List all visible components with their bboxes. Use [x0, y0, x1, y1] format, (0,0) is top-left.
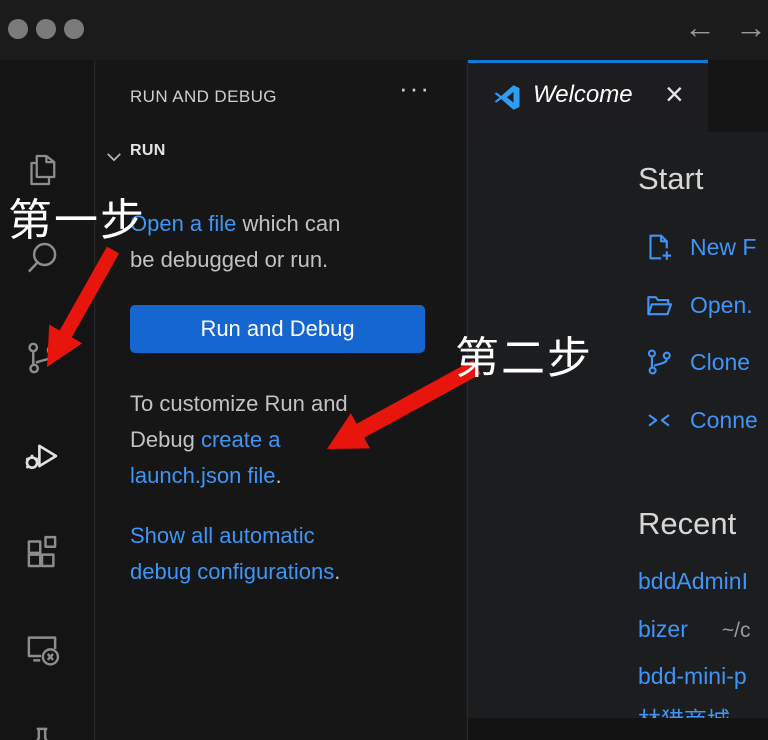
extensions-icon[interactable]	[21, 531, 63, 573]
customize-paragraph: To customize Run and Debug create a laun…	[130, 386, 442, 494]
new-file-icon	[642, 230, 676, 264]
close-tab-icon[interactable]: ×	[665, 76, 684, 113]
recent-item[interactable]: bdd-mini-p	[638, 663, 747, 693]
editor-bottom-strip	[468, 718, 768, 740]
show-all-paragraph: Show all automatic debug configurations.	[130, 518, 442, 590]
editor-group: Welcome × Start New F Open.	[467, 60, 768, 740]
start-item-label: New F	[690, 234, 756, 261]
remote-connect-icon	[642, 403, 676, 437]
recent-heading: Recent	[638, 506, 736, 542]
navigate-forward-icon[interactable]: →	[735, 8, 767, 46]
chevron-down-icon[interactable]	[104, 147, 124, 167]
start-item-label: Clone	[690, 349, 750, 376]
recent-item-name[interactable]: bdd-mini-p	[638, 663, 747, 689]
minimize-window-button[interactable]	[36, 19, 56, 39]
open-folder-icon	[642, 288, 676, 322]
recent-item-path: ~/c	[722, 619, 751, 642]
more-actions-icon[interactable]: ···	[399, 73, 431, 104]
customize-post-text: .	[276, 463, 282, 488]
recent-item[interactable]: bddAdminI	[638, 568, 748, 598]
tab-label: Welcome	[533, 81, 633, 109]
remote-explorer-icon[interactable]	[21, 628, 63, 670]
vscode-logo-icon	[492, 82, 522, 112]
start-item-connect[interactable]: Conne	[642, 400, 758, 440]
git-clone-icon	[642, 345, 676, 379]
tab-welcome[interactable]: Welcome ×	[468, 60, 708, 132]
run-and-debug-button[interactable]: Run and Debug	[130, 305, 425, 353]
run-section-header[interactable]: RUN	[130, 142, 166, 160]
start-item-open[interactable]: Open.	[642, 285, 753, 325]
show-all-post-text: .	[334, 559, 340, 584]
start-item-new-file[interactable]: New F	[642, 227, 756, 267]
welcome-page: Start New F Open.	[468, 132, 768, 718]
vscode-window: ← →	[0, 0, 768, 740]
start-item-clone[interactable]: Clone	[642, 342, 750, 382]
open-file-paragraph: Open a file which can be debugged or run…	[130, 206, 442, 278]
recent-item-name[interactable]: 林猎商城	[638, 707, 730, 718]
start-heading: Start	[638, 161, 703, 197]
run-and-debug-icon[interactable]	[21, 435, 63, 477]
source-control-icon[interactable]	[21, 337, 63, 379]
step1-annotation: 第一步	[8, 184, 146, 248]
start-item-label: Open.	[690, 292, 753, 319]
title-bar: ← →	[0, 0, 768, 60]
activity-bar	[0, 60, 95, 740]
step2-annotation: 第二步	[455, 322, 593, 386]
sidebar-title: RUN AND DEBUG	[130, 87, 277, 107]
recent-item-name[interactable]: bddAdminI	[638, 568, 748, 594]
recent-item[interactable]: 林猎商城	[638, 701, 730, 718]
start-item-label: Conne	[690, 407, 758, 434]
recent-item-name[interactable]: bizer	[638, 616, 688, 642]
show-all-configurations-link[interactable]: Show all automatic debug configurations	[130, 523, 334, 584]
recent-item[interactable]: bizer ~/c	[638, 616, 750, 646]
testing-icon[interactable]	[21, 721, 63, 740]
maximize-window-button[interactable]	[64, 19, 84, 39]
navigate-back-icon[interactable]: ←	[684, 8, 716, 46]
run-and-debug-sidebar: RUN AND DEBUG ··· RUN Open a file which …	[96, 60, 466, 740]
close-window-button[interactable]	[8, 19, 28, 39]
